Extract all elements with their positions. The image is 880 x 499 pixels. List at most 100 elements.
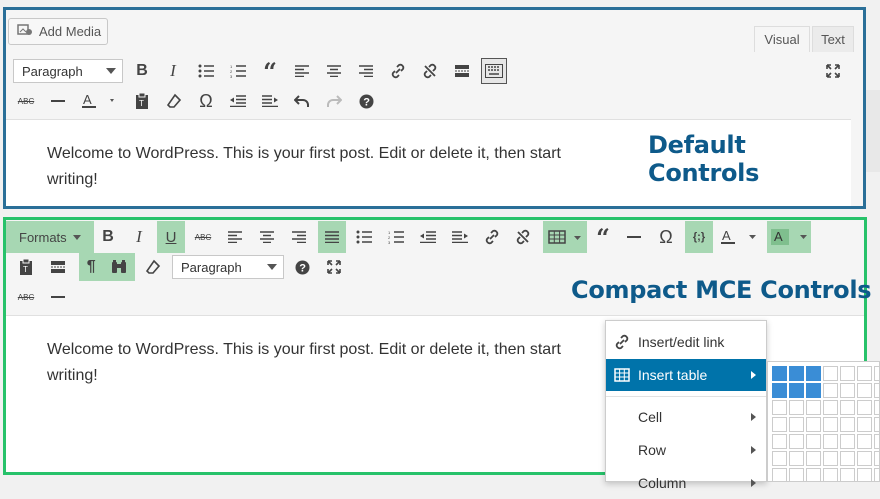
help-icon[interactable]: ? xyxy=(353,88,379,114)
horizontal-line-button[interactable] xyxy=(45,88,71,114)
italic-button[interactable]: I xyxy=(160,58,186,84)
table-grid-cell[interactable] xyxy=(874,417,879,432)
redo-icon[interactable] xyxy=(321,88,347,114)
table-grid-cell[interactable] xyxy=(823,451,838,466)
table-grid-cell[interactable] xyxy=(874,400,879,415)
table-grid-cell[interactable] xyxy=(772,366,787,381)
background-color-button[interactable]: A xyxy=(767,221,811,253)
bold-button[interactable]: B xyxy=(129,58,155,84)
horizontal-line-button-2[interactable] xyxy=(45,284,71,310)
format-select[interactable]: Paragraph xyxy=(172,255,284,279)
table-grid-cell[interactable] xyxy=(789,434,804,449)
table-grid-cell[interactable] xyxy=(772,434,787,449)
table-grid-cell[interactable] xyxy=(789,417,804,432)
bullet-list-button[interactable] xyxy=(351,224,377,250)
table-grid-cell[interactable] xyxy=(840,468,855,481)
strikethrough-button[interactable]: ABC xyxy=(13,88,39,114)
table-grid-cell[interactable] xyxy=(840,366,855,381)
table-grid-cell[interactable] xyxy=(823,417,838,432)
table-grid-cell[interactable] xyxy=(857,366,872,381)
table-grid-cell[interactable] xyxy=(840,451,855,466)
paste-text-icon[interactable]: T xyxy=(13,254,39,280)
add-media-button[interactable]: Add Media xyxy=(8,18,108,45)
table-grid-cell[interactable] xyxy=(789,400,804,415)
text-color-button[interactable]: A xyxy=(77,88,121,114)
menu-item-insert-edit-link[interactable]: Insert/edit link xyxy=(606,326,766,358)
outdent-icon[interactable] xyxy=(415,224,441,250)
clear-formatting-icon[interactable] xyxy=(140,254,166,280)
align-left-button[interactable] xyxy=(222,224,248,250)
read-more-button[interactable] xyxy=(45,254,71,280)
strikethrough-button-2[interactable]: ABC xyxy=(13,284,39,310)
code-button[interactable]: {;} xyxy=(685,221,713,253)
tab-visual[interactable]: Visual xyxy=(754,26,810,52)
menu-item-column[interactable]: Column xyxy=(606,467,766,499)
strikethrough-button[interactable]: ABC xyxy=(190,224,216,250)
horizontal-line-button[interactable] xyxy=(621,224,647,250)
outdent-icon[interactable] xyxy=(225,88,251,114)
table-grid-cell[interactable] xyxy=(806,434,821,449)
unlink-icon[interactable] xyxy=(510,224,536,250)
table-grid-cell[interactable] xyxy=(840,383,855,398)
tab-text[interactable]: Text xyxy=(812,26,854,52)
underline-button[interactable]: U xyxy=(157,221,185,253)
table-grid-cell[interactable] xyxy=(806,366,821,381)
table-grid-cell[interactable] xyxy=(806,451,821,466)
table-grid-cell[interactable] xyxy=(874,383,879,398)
bullet-list-button[interactable] xyxy=(193,58,219,84)
table-grid-cell[interactable] xyxy=(823,434,838,449)
italic-button[interactable]: I xyxy=(126,224,152,250)
table-grid-cell[interactable] xyxy=(806,383,821,398)
special-character-button[interactable]: Ω xyxy=(653,224,679,250)
table-grid-cell[interactable] xyxy=(823,400,838,415)
table-grid-cell[interactable] xyxy=(772,400,787,415)
align-justify-button[interactable] xyxy=(318,221,346,253)
default-editor-content[interactable]: Welcome to WordPress. This is your first… xyxy=(6,119,851,206)
blockquote-button[interactable]: “ xyxy=(590,223,616,252)
table-grid-cell[interactable] xyxy=(772,417,787,432)
table-grid-cell[interactable] xyxy=(806,417,821,432)
table-grid-cell[interactable] xyxy=(874,366,879,381)
table-grid-cell[interactable] xyxy=(823,383,838,398)
table-grid-cell[interactable] xyxy=(857,383,872,398)
blockquote-button[interactable]: “ xyxy=(257,57,283,86)
table-grid-cell[interactable] xyxy=(857,434,872,449)
text-color-button[interactable]: A xyxy=(716,224,760,250)
align-right-button[interactable] xyxy=(353,58,379,84)
read-more-button[interactable] xyxy=(449,58,475,84)
link-icon[interactable] xyxy=(385,58,411,84)
table-grid-cell[interactable] xyxy=(823,366,838,381)
unlink-icon[interactable] xyxy=(417,58,443,84)
table-grid-cell[interactable] xyxy=(789,383,804,398)
numbered-list-button[interactable]: 123 xyxy=(225,58,251,84)
table-grid-cell[interactable] xyxy=(772,468,787,481)
undo-icon[interactable] xyxy=(289,88,315,114)
align-right-button[interactable] xyxy=(286,224,312,250)
table-grid-cell[interactable] xyxy=(806,468,821,481)
table-grid-cell[interactable] xyxy=(772,383,787,398)
table-grid-cell[interactable] xyxy=(840,417,855,432)
align-center-button[interactable] xyxy=(321,58,347,84)
table-grid-cell[interactable] xyxy=(874,468,879,481)
table-grid-cell[interactable] xyxy=(840,434,855,449)
table-grid-cell[interactable] xyxy=(857,417,872,432)
indent-icon[interactable] xyxy=(257,88,283,114)
paste-text-icon[interactable]: T xyxy=(129,88,155,114)
table-menu-button[interactable] xyxy=(543,221,587,253)
help-icon[interactable]: ? xyxy=(289,254,315,280)
table-grid-cell[interactable] xyxy=(823,468,838,481)
table-grid-cell[interactable] xyxy=(874,434,879,449)
table-grid-cell[interactable] xyxy=(789,451,804,466)
table-grid-cell[interactable] xyxy=(789,468,804,481)
table-size-picker[interactable] xyxy=(767,361,880,482)
table-grid-cell[interactable] xyxy=(857,400,872,415)
find-replace-icon[interactable] xyxy=(111,260,127,274)
formats-menu-button[interactable]: Formats xyxy=(6,221,94,253)
menu-item-insert-table[interactable]: Insert table xyxy=(606,359,766,391)
paragraph-mark-icon[interactable]: ¶ xyxy=(87,258,96,276)
format-select[interactable]: Paragraph xyxy=(13,59,123,83)
table-grid-cell[interactable] xyxy=(874,451,879,466)
table-grid-cell[interactable] xyxy=(772,451,787,466)
menu-item-cell[interactable]: Cell xyxy=(606,401,766,433)
table-grid-cell[interactable] xyxy=(840,400,855,415)
